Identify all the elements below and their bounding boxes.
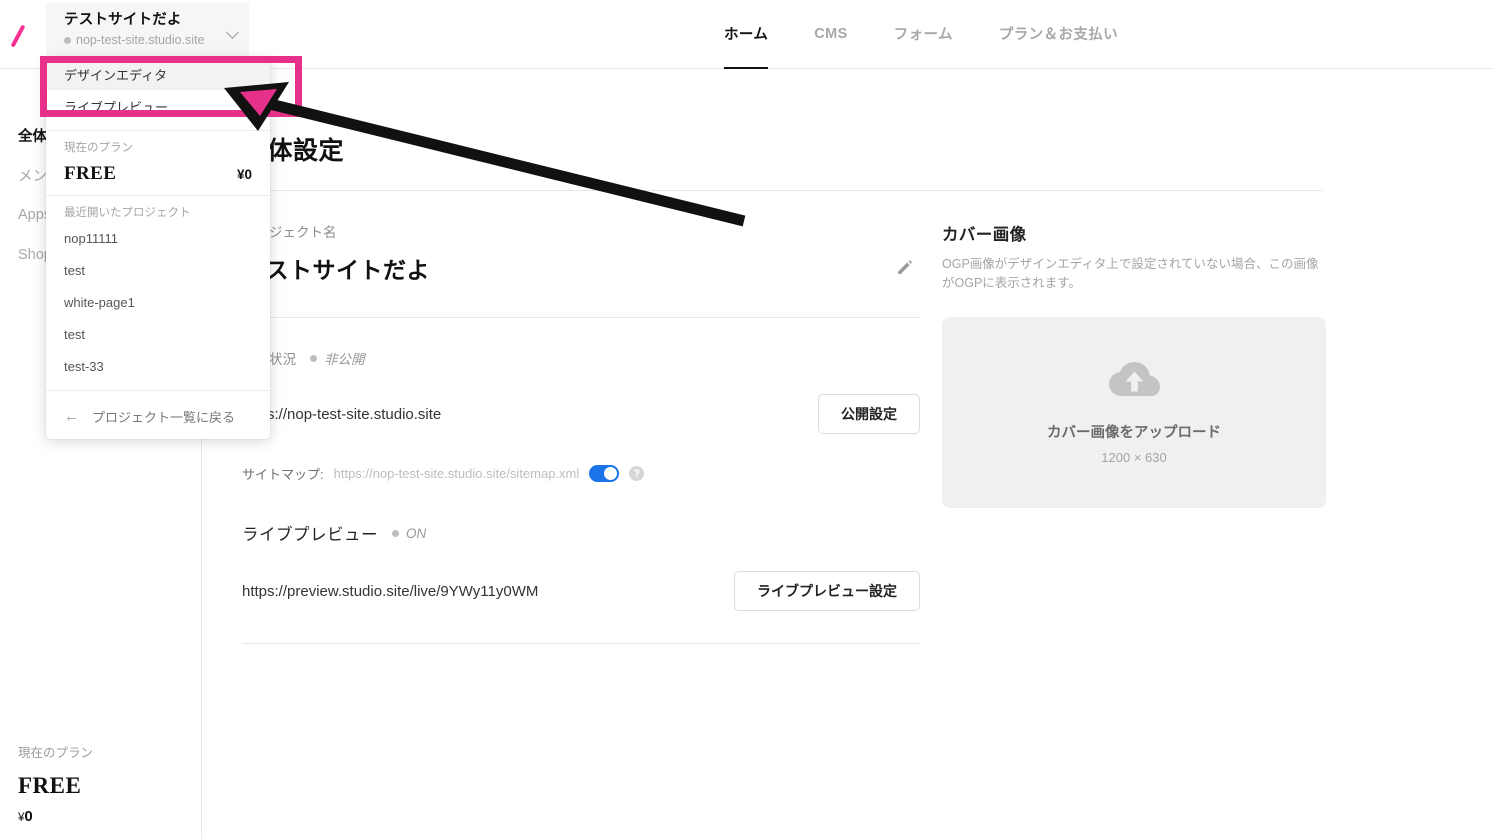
dropdown-plan-row[interactable]: FREE ¥0 (46, 157, 270, 187)
project-name-row: テストサイトだよ (242, 251, 920, 285)
live-preview-url[interactable]: https://preview.studio.site/live/9YWy11y… (242, 583, 538, 600)
main-content: 全体設定 プロジェクト名 テストサイトだよ 公開状況 非公開 (202, 69, 1492, 839)
tab-plan-billing[interactable]: プラン＆お支払い (999, 0, 1118, 69)
list-item[interactable]: test (46, 318, 270, 350)
list-item[interactable]: nop11111 (46, 222, 270, 254)
site-name: テストサイトだよ (64, 12, 182, 28)
tab-home[interactable]: ホーム (724, 0, 769, 69)
publish-status-value: 非公開 (324, 352, 365, 367)
dropdown-divider-2 (46, 195, 270, 196)
status-dot-icon (392, 529, 399, 537)
sitemap-label: サイトマップ: (242, 467, 324, 482)
dropdown-divider-3 (46, 390, 270, 391)
studio-slash-logo-icon[interactable] (10, 22, 38, 48)
plan-price-value: 0 (24, 808, 33, 825)
status-dot-icon (310, 354, 317, 362)
live-preview-status-badge: ON (392, 526, 426, 541)
cover-image-description: OGP画像がデザインエディタ上で設定されていない場合、この画像がOGPに表示され… (942, 257, 1319, 290)
list-item[interactable]: test-33 (46, 350, 270, 382)
logo-slash-shape (10, 24, 26, 48)
publish-status-row: 公開状況 非公開 (242, 348, 920, 368)
question-mark-icon[interactable]: ? (629, 466, 645, 481)
live-preview-title: ライブプレビュー (242, 526, 378, 544)
live-preview-status: ON (406, 525, 427, 541)
cover-dimensions: 1200 × 630 (1101, 450, 1167, 465)
cover-upload-label: カバー画像をアップロード (1047, 425, 1221, 441)
project-name-value: テストサイトだよ (242, 257, 430, 283)
menu-item-design-editor[interactable]: デザインエディタ (46, 58, 270, 90)
sitemap-toggle[interactable] (589, 465, 620, 482)
menu-item-live-preview[interactable]: ライブプレビュー (46, 90, 270, 122)
dropdown-plan-price: ¥0 (236, 167, 252, 182)
nav-tabs: ホーム CMS フォーム プラン＆お支払い (724, 0, 1118, 69)
cover-image-title: カバー画像 (942, 226, 1027, 244)
dropdown-recent-label: 最近開いたプロジェクト (64, 207, 191, 219)
project-name-label: プロジェクト名 (242, 225, 337, 240)
site-switcher-button[interactable]: テストサイトだよ nop-test-site.studio.site (46, 3, 249, 58)
back-to-project-list-label: プロジェクト一覧に戻る (92, 409, 236, 425)
toggle-knob (604, 467, 618, 480)
list-item[interactable]: white-page1 (46, 286, 270, 318)
arrow-left-icon: ← (64, 407, 79, 425)
site-url-row: https://nop-test-site.studio.site 公開設定 (242, 394, 920, 434)
site-switcher-dropdown: デザインエディタ ライブプレビュー 現在のプラン FREE ¥0 最近開いたプロ… (46, 58, 270, 439)
live-preview-url-row: https://preview.studio.site/live/9YWy11y… (242, 571, 920, 611)
app-root: テストサイトだよ nop-test-site.studio.site ホーム C… (0, 0, 1492, 839)
list-item[interactable]: test (46, 254, 270, 286)
sidebar-plan-label: 現在のプラン (18, 746, 94, 760)
site-domain-row: nop-test-site.studio.site (64, 32, 237, 48)
publish-settings-button[interactable]: 公開設定 (818, 394, 920, 434)
live-preview-header: ライブプレビュー ON (242, 521, 920, 545)
status-badge: 非公開 (310, 348, 365, 368)
cloud-upload-icon (1107, 360, 1161, 405)
dropdown-plan-label: 現在のプラン (64, 142, 133, 154)
live-preview-settings-button[interactable]: ライブプレビュー設定 (734, 571, 920, 611)
sidebar-plan-name: FREE (18, 773, 82, 798)
sitemap-row: サイトマップ: https://nop-test-site.studio.sit… (242, 464, 920, 483)
section-divider-1 (242, 317, 920, 318)
site-domain: nop-test-site.studio.site (76, 33, 205, 47)
sidebar-plan-panel: 現在のプラン FREE ¥0 (0, 742, 202, 825)
pencil-icon[interactable] (888, 252, 920, 284)
cover-image-column: カバー画像 OGP画像がデザインエディタ上で設定されていない場合、この画像がOG… (942, 221, 1326, 508)
tab-form[interactable]: フォーム (894, 0, 953, 69)
dropdown-plan-name: FREE (64, 163, 117, 184)
cover-image-upload-dropzone[interactable]: カバー画像をアップロード 1200 × 630 (942, 317, 1326, 508)
status-dot-icon (64, 36, 71, 44)
tab-cms[interactable]: CMS (814, 0, 847, 69)
section-divider-2 (242, 643, 920, 644)
site-url[interactable]: https://nop-test-site.studio.site (242, 406, 441, 423)
title-divider (242, 190, 1323, 191)
back-to-project-list-button[interactable]: ← プロジェクト一覧に戻る (46, 399, 270, 433)
dropdown-divider-1 (46, 130, 270, 131)
sidebar-plan-price: ¥0 (18, 808, 184, 825)
sitemap-url[interactable]: https://nop-test-site.studio.site/sitema… (334, 466, 580, 481)
settings-column: プロジェクト名 テストサイトだよ 公開状況 非公開 (242, 221, 920, 644)
